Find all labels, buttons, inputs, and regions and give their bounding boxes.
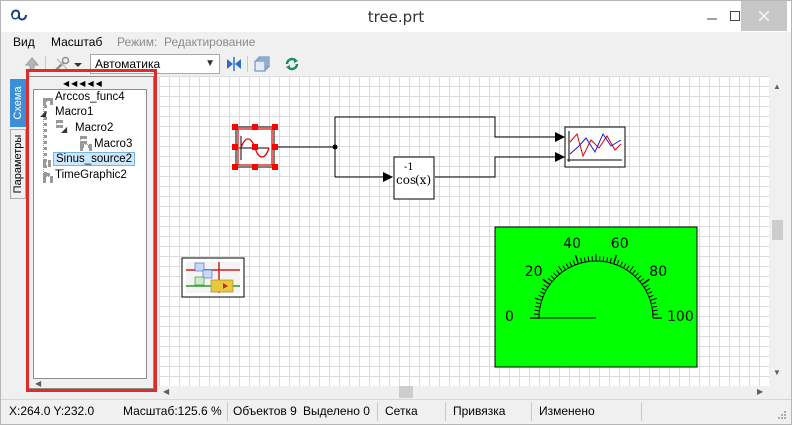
wire-arrow: [383, 172, 393, 182]
close-icon: [759, 11, 769, 21]
gauge-label: 20: [524, 263, 543, 280]
status-separator: [531, 402, 532, 421]
scroll-right-icon[interactable]: ▶: [757, 387, 763, 396]
gauge-tick: [652, 309, 658, 312]
menu-scale[interactable]: Масштаб: [51, 35, 102, 49]
gauge-tick: [587, 256, 590, 262]
tab-parameters[interactable]: Параметры: [10, 129, 26, 199]
close-button[interactable]: [741, 1, 787, 31]
vertical-scroll-thumb[interactable]: [772, 220, 783, 240]
status-separator: [641, 402, 642, 421]
status-coords: X:264.0 Y:232.0: [9, 404, 95, 418]
toolbar-separator: [247, 56, 248, 72]
status-separator: [227, 402, 228, 421]
fit-view-icon[interactable]: [225, 55, 243, 73]
window-title: tree.prt: [367, 8, 425, 26]
arccos-label: -1 cos (x): [396, 162, 432, 193]
gauge-label: 80: [649, 263, 668, 280]
vertical-scrollbar[interactable]: ▲ ▼: [769, 76, 786, 398]
layers-icon[interactable]: [253, 55, 271, 73]
tab-scheme[interactable]: Схема: [10, 79, 26, 127]
minimize-icon: [707, 18, 717, 20]
gauge-tick: [534, 309, 540, 312]
mode-value: Редактирование: [164, 35, 256, 49]
status-bar: X:264.0 Y:232.0 Масштаб:125.6 % Объектов…: [1, 399, 791, 424]
gauge-label: 0: [505, 309, 514, 325]
maximize-icon: [730, 11, 740, 21]
horizontal-scroll-thumb[interactable]: [399, 386, 413, 398]
status-grid[interactable]: Сетка: [385, 404, 418, 418]
title-bar: tree.prt: [1, 1, 791, 32]
refresh-icon[interactable]: [283, 55, 301, 73]
scroll-left-icon[interactable]: ◀: [163, 387, 169, 396]
macro-block[interactable]: [181, 257, 245, 298]
gauge-label: 100: [667, 309, 694, 325]
diagram-canvas[interactable]: -1 cos (x) 0 20 40 60 80 100: [159, 76, 769, 386]
gauge-label: 60: [610, 235, 629, 252]
chevron-down-icon: ▼: [205, 58, 215, 69]
status-snap[interactable]: Привязка: [453, 404, 505, 418]
app-window: tree.prt Вид Масштаб Режим: Редактирован…: [0, 0, 792, 425]
tab-scheme-label: Схема: [12, 86, 24, 120]
sinus-source-block[interactable]: [232, 124, 278, 170]
status-scale: Масштаб:125.6 %: [123, 404, 222, 418]
status-modified: Изменено: [539, 404, 595, 418]
horizontal-scrollbar[interactable]: ◀ ▶: [159, 386, 769, 398]
status-objects: Объектов 9: [233, 404, 297, 418]
gauge-block[interactable]: [494, 226, 698, 368]
gauge-tick: [602, 256, 605, 262]
menu-view[interactable]: Вид: [13, 35, 35, 49]
tab-parameters-label: Параметры: [12, 134, 24, 194]
arccos-main: cos: [396, 173, 417, 187]
resize-grip-icon[interactable]: [777, 410, 787, 420]
arccos-superscript: -1: [404, 162, 414, 173]
menu-bar: Вид Масштаб Режим: Редактирование: [1, 32, 791, 52]
wire-arrow: [555, 132, 565, 142]
junction-dot: [332, 144, 338, 150]
arccos-arg: (x): [415, 173, 432, 187]
macro-icon: [186, 262, 240, 293]
mode-label: Режим:: [117, 35, 158, 49]
status-separator: [377, 402, 378, 421]
highlight-outline: [26, 69, 157, 392]
scroll-up-icon[interactable]: ▲: [773, 82, 781, 91]
status-separator: [445, 402, 446, 421]
status-selected: Выделено 0: [303, 404, 370, 418]
gauge-label: 40: [563, 235, 582, 252]
time-graphic-block[interactable]: [564, 126, 626, 168]
diagram-svg: [181, 116, 698, 368]
wire-arrow: [555, 152, 565, 162]
scroll-down-icon[interactable]: ▼: [773, 368, 781, 377]
